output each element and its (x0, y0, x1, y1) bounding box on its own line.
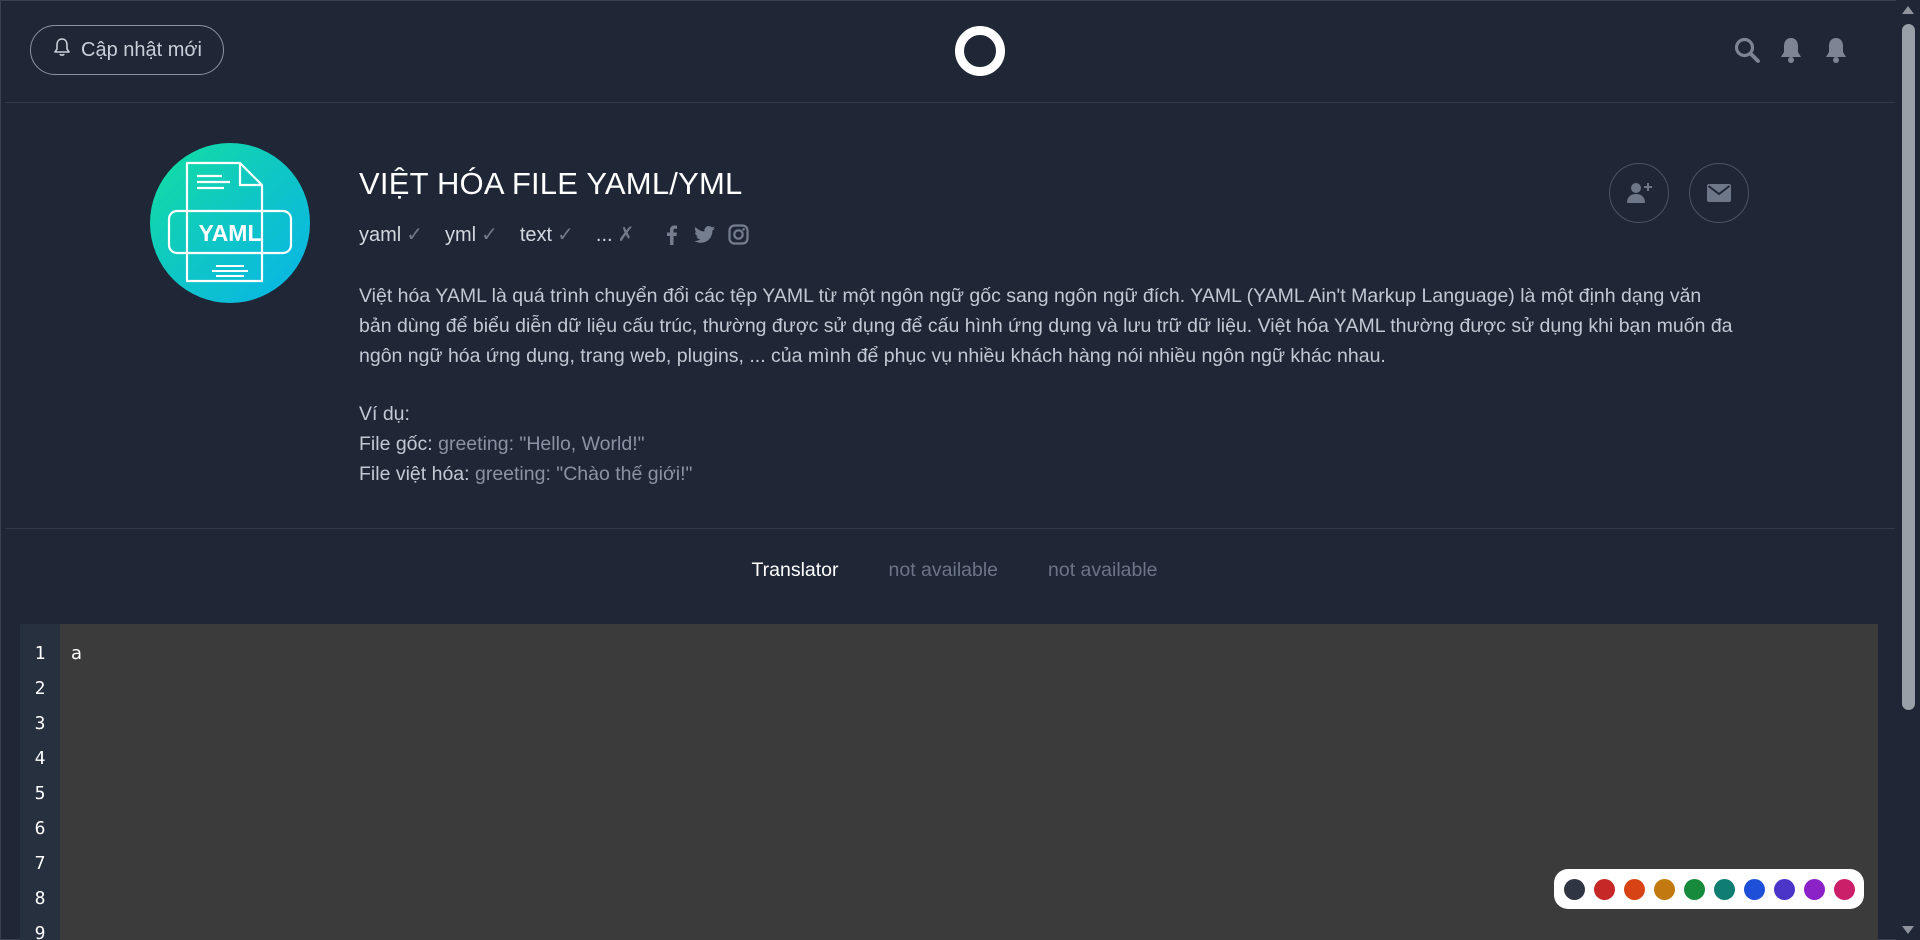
description: Việt hóa YAML là quá trình chuyển đổi cá… (359, 285, 1733, 367)
message-button[interactable] (1689, 163, 1749, 223)
avatar: YAML (150, 143, 310, 303)
page-title: VIỆT HÓA FILE YAML/YML (359, 166, 743, 201)
envelope-icon (1707, 184, 1731, 202)
tag-item[interactable]: ... ✗ (596, 222, 634, 247)
logo[interactable] (955, 26, 1005, 76)
update-button[interactable]: Cập nhật mới (30, 25, 224, 75)
avatar-label: YAML (198, 220, 261, 246)
add-user-icon (1627, 183, 1652, 203)
line-number: 7 (34, 853, 46, 874)
tab-unavailable: not available (1048, 559, 1158, 581)
social-links (662, 224, 749, 246)
scroll-down-arrow-icon[interactable] (1902, 926, 1914, 934)
divider (5, 528, 1895, 529)
tab-bar: Translator not available not available (0, 559, 1895, 582)
example-block: Ví dụ: File gốc: greeting: "Hello, World… (359, 399, 692, 489)
instagram-icon[interactable] (728, 224, 749, 245)
color-swatch[interactable] (1743, 878, 1765, 900)
color-swatch[interactable] (1623, 878, 1645, 900)
color-swatch[interactable] (1803, 878, 1825, 900)
color-swatch[interactable] (1653, 878, 1675, 900)
tab-unavailable: not available (888, 559, 999, 581)
tag-item[interactable]: yaml ✓ (359, 222, 423, 247)
color-palette (1554, 869, 1864, 909)
scroll-up-arrow-icon[interactable] (1902, 6, 1914, 14)
line-number: 4 (34, 748, 46, 769)
search-icon[interactable] (1733, 36, 1761, 64)
bell-icon (53, 37, 71, 63)
tag-item[interactable]: yml ✓ (445, 222, 498, 247)
follow-button[interactable] (1609, 163, 1669, 223)
example-translated: File việt hóa: greeting: "Chào thế giới!… (359, 463, 693, 485)
notification-bell-icon[interactable] (1822, 36, 1850, 64)
scroll-thumb[interactable] (1902, 24, 1915, 710)
color-swatch[interactable] (1833, 878, 1855, 900)
line-number: 5 (34, 783, 46, 804)
example-original: File gốc: greeting: "Hello, World!" (359, 433, 645, 455)
yaml-file-icon: YAML (167, 161, 293, 283)
top-bar: Cập nhật mới (5, 0, 1895, 103)
facebook-icon[interactable] (662, 224, 682, 246)
line-number: 6 (34, 818, 46, 839)
line-number: 8 (34, 888, 46, 909)
twitter-icon[interactable] (694, 225, 716, 245)
color-swatch[interactable] (1713, 878, 1735, 900)
line-number: 3 (34, 713, 46, 734)
line-number: 9 (34, 923, 46, 940)
notification-bell-icon[interactable] (1777, 36, 1805, 64)
color-swatch[interactable] (1563, 878, 1585, 900)
line-number-gutter: 1 2 3 4 5 6 7 8 9 (20, 624, 60, 940)
code-line[interactable]: a (71, 636, 82, 671)
example-label: Ví dụ: (359, 403, 410, 425)
update-button-label: Cập nhật mới (81, 38, 202, 61)
color-swatch[interactable] (1773, 878, 1795, 900)
tab-translator[interactable]: Translator (751, 559, 838, 582)
vertical-scrollbar[interactable] (1896, 0, 1920, 940)
color-swatch[interactable] (1683, 878, 1705, 900)
tag-list: yaml ✓ yml ✓ text ✓ ... ✗ (359, 222, 749, 247)
color-swatch[interactable] (1593, 878, 1615, 900)
line-number: 2 (34, 678, 46, 699)
line-number: 1 (34, 643, 46, 664)
tag-item[interactable]: text ✓ (520, 222, 574, 247)
